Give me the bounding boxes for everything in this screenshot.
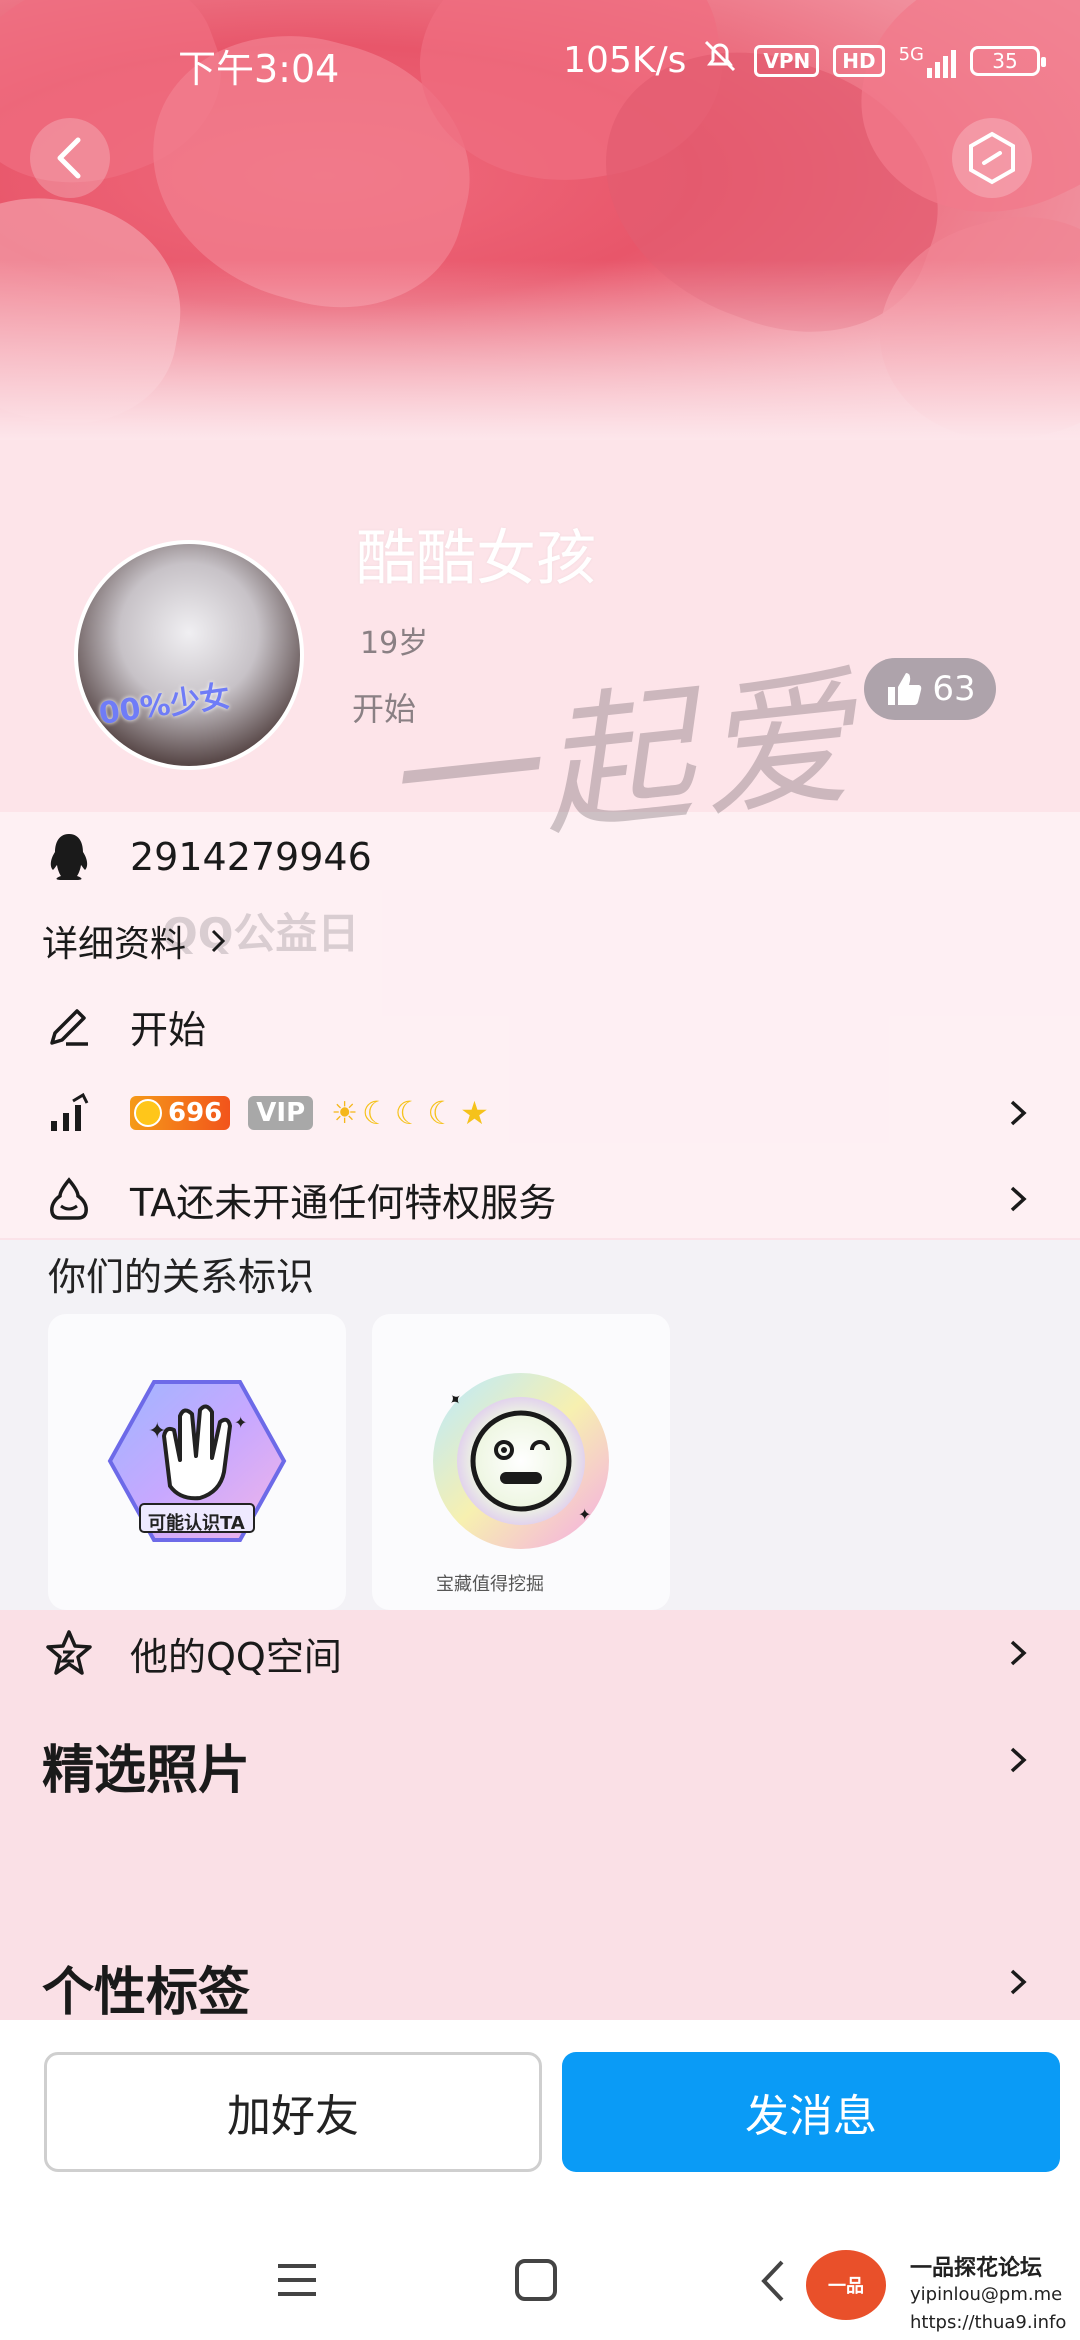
- back-arrow-icon: [57, 137, 81, 179]
- level-row[interactable]: 696 VIP ☀ ☾ ☾ ☾ ★: [0, 1080, 1080, 1146]
- action-bar: 加好友 发消息: [0, 2020, 1080, 2220]
- svg-text:✦: ✦: [148, 1419, 166, 1444]
- tags-title: 个性标签: [42, 1963, 251, 2023]
- hexagon-menu-icon: [969, 131, 1015, 185]
- nickname: 酷酷女孩: [356, 524, 596, 594]
- privilege-icon: [44, 1174, 94, 1224]
- qq-level-icons: ☀ ☾ ☾ ☾ ★: [331, 1094, 489, 1132]
- more-button[interactable]: [952, 118, 1032, 198]
- relationship-card-know[interactable]: ✦ ✦ 可能认识TA: [48, 1314, 346, 1610]
- level-bars-icon: [44, 1088, 94, 1138]
- relationship-section: 你们的关系标识 ✦ ✦ 可能认识TA ✦ ✦ 宝藏值得挖掘: [0, 1240, 1080, 1610]
- send-message-button[interactable]: 发消息: [562, 2052, 1060, 2172]
- likes-count: 63: [932, 669, 976, 709]
- svg-text:✦: ✦: [234, 1413, 247, 1432]
- chevron-right-icon: [1010, 1100, 1027, 1126]
- photos-row[interactable]: 精选照片: [0, 1724, 1080, 1801]
- qzone-label: 他的QQ空间: [130, 1634, 342, 1679]
- avatar[interactable]: 00%少女: [74, 540, 304, 770]
- qq-number-row[interactable]: 2914279946: [0, 826, 1080, 888]
- photos-title: 精选照片: [42, 1741, 251, 1801]
- details-link-label: 详细资料: [42, 924, 187, 965]
- add-friend-button[interactable]: 加好友: [44, 2052, 542, 2172]
- back-nav-icon[interactable]: [758, 2258, 788, 2304]
- system-nav-bar: 一品 一品探花论坛 yipinlou@pm.me https://thua9.i…: [0, 2220, 1080, 2340]
- status-time: 下午3:04: [178, 47, 340, 91]
- qq-number: 2914279946: [130, 835, 372, 879]
- chevron-right-icon: [1010, 1969, 1027, 1995]
- penguin-icon: [44, 832, 94, 882]
- like-button[interactable]: 63: [864, 658, 996, 720]
- signature-text: 开始: [130, 1007, 207, 1052]
- forum-url: https://thua9.info: [910, 2312, 1067, 2333]
- svg-text:✦: ✦: [578, 1505, 591, 1524]
- menu-icon[interactable]: [276, 2260, 318, 2300]
- star-icon: ★: [460, 1094, 489, 1132]
- forum-email: yipinlou@pm.me: [910, 2284, 1063, 2305]
- privilege-row[interactable]: TA还未开通任何特权服务: [0, 1166, 1080, 1232]
- pen-icon: [44, 1001, 94, 1051]
- home-icon[interactable]: [514, 2258, 558, 2302]
- sun-icon: ☀: [331, 1095, 359, 1131]
- moon-icon: ☾: [427, 1094, 457, 1132]
- vip-badge: VIP: [248, 1096, 314, 1130]
- relationship-label-treasure: 宝藏值得挖掘: [436, 1574, 544, 1595]
- moon-icon: ☾: [394, 1094, 424, 1132]
- forum-name: 一品探花论坛: [910, 2256, 1043, 2281]
- relationship-title: 你们的关系标识: [48, 1255, 315, 1299]
- details-link[interactable]: 详细资料: [0, 912, 1080, 970]
- mute-icon: [700, 36, 740, 85]
- battery-icon: 35: [970, 45, 1046, 76]
- sun-coin-icon: [134, 1099, 162, 1127]
- hd-icon: HD: [833, 44, 885, 77]
- badges-group: 696 VIP ☀ ☾ ☾ ☾ ★: [130, 1094, 489, 1132]
- qzone-star-icon: [44, 1628, 94, 1678]
- qzone-row[interactable]: 他的QQ空间: [0, 1620, 1080, 1686]
- age: 19岁: [360, 626, 429, 661]
- relationship-card-treasure[interactable]: ✦ ✦ 宝藏值得挖掘: [372, 1314, 670, 1610]
- status-bar: 下午3:04 105K/s VPN HD 5G 35: [0, 0, 1080, 120]
- signature-row: 开始: [0, 996, 1080, 1056]
- level-number: 696: [168, 1098, 223, 1128]
- chevron-right-icon: [211, 929, 226, 953]
- chevron-right-icon: [1010, 1186, 1027, 1212]
- network-speed: 105K/s: [563, 40, 687, 81]
- chevron-right-icon: [1010, 1747, 1027, 1773]
- level-badge: 696: [130, 1096, 231, 1130]
- thumbs-up-icon: [888, 673, 922, 705]
- smiley-badge-icon: ✦ ✦: [433, 1373, 609, 1549]
- chevron-right-icon: [1010, 1640, 1027, 1666]
- tags-row[interactable]: 个性标签: [0, 1946, 1080, 2023]
- vpn-icon: VPN: [754, 44, 820, 77]
- back-button[interactable]: [30, 118, 110, 198]
- relationship-label-know: 可能认识TA: [148, 1513, 245, 1534]
- signal-icon: 5G: [899, 44, 956, 78]
- forum-logo: 一品: [806, 2250, 886, 2320]
- moon-icon: ☾: [362, 1094, 391, 1132]
- avatar-badge: 00%少女: [96, 678, 233, 732]
- privilege-text: TA还未开通任何特权服务: [130, 1180, 557, 1225]
